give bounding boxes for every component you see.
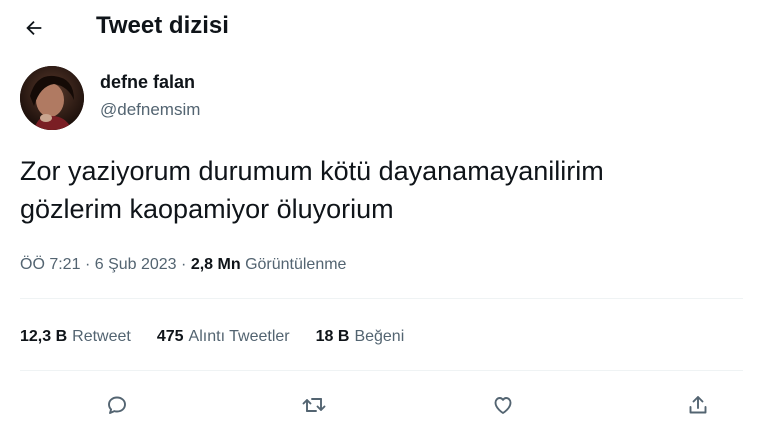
retweets-label: Retweet xyxy=(72,328,131,345)
retweet-icon xyxy=(302,398,326,412)
quotes-stat[interactable]: 475 Alıntı Tweetler xyxy=(157,326,290,348)
retweets-stat[interactable]: 12,3 B Retweet xyxy=(20,326,131,348)
tweet-meta: ÖÖ 7:21 · 6 Şub 2023 · 2,8 Mn Görüntülen… xyxy=(20,254,346,276)
author-handle[interactable]: @defnemsim xyxy=(100,98,200,122)
avatar[interactable] xyxy=(20,66,84,130)
views-label: Görüntülenme xyxy=(245,256,347,273)
likes-count: 18 B xyxy=(315,328,350,345)
tweet-text-line: gözlerim kaopamiyor öluyorium xyxy=(20,194,394,224)
tweet-date[interactable]: 6 Şub 2023 xyxy=(95,256,177,273)
meta-separator: · xyxy=(84,256,91,273)
share-icon xyxy=(689,396,707,414)
arrow-left-icon xyxy=(26,20,42,36)
likes-label: Beğeni xyxy=(354,328,405,345)
views-count: 2,8 Mn xyxy=(190,256,241,273)
profile-photo xyxy=(20,66,84,130)
tweet-text: Zor yaziyorum durumum kötü dayanamayanil… xyxy=(20,152,740,228)
page-title: Tweet dizisi xyxy=(96,12,229,39)
tweet-text-line: Zor yaziyorum durumum kötü dayanamayanil… xyxy=(20,156,604,186)
divider xyxy=(20,298,743,299)
page-header: Tweet dizisi xyxy=(0,0,763,56)
tweet-page: Tweet dizisi defne falan @defnemsim Zor … xyxy=(0,0,763,425)
divider xyxy=(20,370,743,371)
reply-icon xyxy=(108,396,126,414)
share-button[interactable] xyxy=(681,388,715,422)
retweet-button[interactable] xyxy=(297,388,331,422)
meta-separator: · xyxy=(181,256,187,273)
heart-icon xyxy=(494,397,512,414)
like-button[interactable] xyxy=(486,388,520,422)
reply-button[interactable] xyxy=(100,388,134,422)
likes-stat[interactable]: 18 B Beğeni xyxy=(316,326,405,348)
quotes-label: Alıntı Tweetler xyxy=(188,328,290,345)
tweet-time[interactable]: ÖÖ 7:21 xyxy=(20,256,80,273)
quotes-count: 475 xyxy=(156,328,184,345)
back-button[interactable] xyxy=(16,10,52,46)
tweet-actions xyxy=(0,388,763,422)
author-name[interactable]: defne falan xyxy=(100,70,195,94)
retweets-count: 12,3 B xyxy=(20,328,68,345)
tweet-stats: 12,3 B Retweet 475 Alıntı Tweetler 18 B … xyxy=(20,326,430,348)
